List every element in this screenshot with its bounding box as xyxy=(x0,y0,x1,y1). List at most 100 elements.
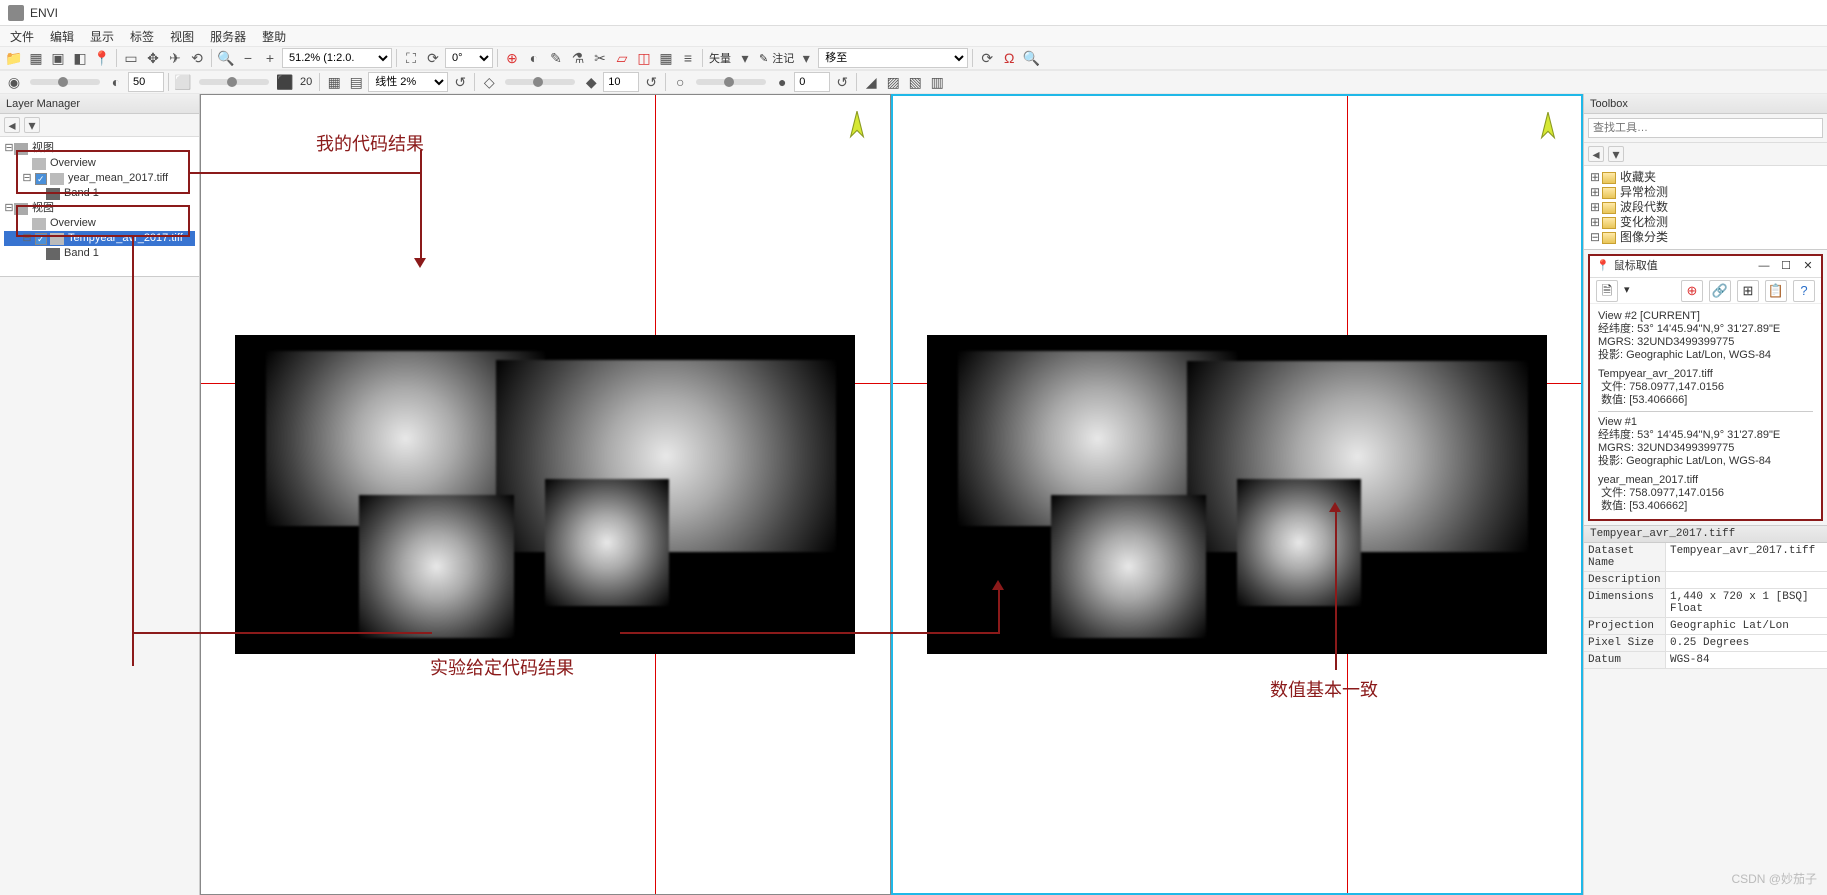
tbx-btn-a[interactable]: ◂ xyxy=(1588,146,1604,162)
stretch-b-icon[interactable]: ⬛ xyxy=(275,72,295,92)
tree-overview-1[interactable]: Overview xyxy=(50,156,96,171)
trans-input[interactable] xyxy=(794,72,830,92)
zoom-tool-icon[interactable]: 🔍 xyxy=(216,48,236,68)
sharpen-slider[interactable] xyxy=(505,79,575,85)
cursor-value-icon[interactable]: 📍 xyxy=(92,48,112,68)
toolbox-search-input[interactable] xyxy=(1588,118,1823,138)
fit-icon[interactable]: ⛶ xyxy=(401,48,421,68)
flicker-icon[interactable]: ▧ xyxy=(905,72,925,92)
cursor-copy-icon[interactable]: 📋 xyxy=(1765,280,1787,302)
tbx-fav[interactable]: 收藏夹 xyxy=(1620,170,1656,185)
cursor-new-icon[interactable]: 🗎 xyxy=(1596,280,1618,302)
tool-b-icon[interactable]: ⚗ xyxy=(568,48,588,68)
stretch-select[interactable]: 线性 2% xyxy=(368,72,448,92)
trans-b-icon[interactable]: ● xyxy=(772,72,792,92)
layer-btn-b[interactable]: ▾ xyxy=(24,117,40,133)
layer-tree[interactable]: ⊟视图 Overview ⊟year_mean_2017.tiff Band 1… xyxy=(0,137,199,277)
cursor-target-icon[interactable]: ⊕ xyxy=(1681,280,1703,302)
swipe-icon[interactable]: ▥ xyxy=(927,72,947,92)
menu-server[interactable]: 服务器 xyxy=(204,26,252,47)
tree-view-1[interactable]: 视图 xyxy=(32,141,54,156)
layer-icon[interactable]: ≡ xyxy=(678,48,698,68)
tbx-change[interactable]: 变化检测 xyxy=(1620,215,1668,230)
sharpen-input[interactable] xyxy=(603,72,639,92)
rotate-icon[interactable]: ⟲ xyxy=(187,48,207,68)
menu-display[interactable]: 显示 xyxy=(84,26,120,47)
menu-view[interactable]: 视图 xyxy=(164,26,200,47)
menu-file[interactable]: 文件 xyxy=(4,26,40,47)
brightness-slider[interactable] xyxy=(30,79,100,85)
cursor-grid-icon[interactable]: ⊞ xyxy=(1737,280,1759,302)
open-icon[interactable]: 📁 xyxy=(4,48,24,68)
vector-dd-icon[interactable]: ▾ xyxy=(735,48,755,68)
menu-label[interactable]: 标签 xyxy=(124,26,160,47)
brightness-icon[interactable]: ◉ xyxy=(4,72,24,92)
pan-icon[interactable]: ✥ xyxy=(143,48,163,68)
search-icon[interactable]: 🔍 xyxy=(1021,48,1041,68)
stop-icon[interactable]: Ω xyxy=(999,48,1019,68)
zoom-level-select[interactable]: 51.2% (1:2.0. xyxy=(282,48,392,68)
contrast-icon[interactable]: ◐ xyxy=(524,48,544,68)
meta-val xyxy=(1666,572,1827,588)
tree-file-2[interactable]: Tempyear_avr_2017.tiff xyxy=(68,231,183,246)
view-2[interactable] xyxy=(891,94,1584,895)
menu-edit[interactable]: 编辑 xyxy=(44,26,80,47)
sharpen-b-icon[interactable]: ◆ xyxy=(581,72,601,92)
tree-band-1[interactable]: Band 1 xyxy=(64,186,99,201)
crosshair-icon[interactable]: ⊕ xyxy=(502,48,522,68)
meta-val: WGS-84 xyxy=(1666,652,1827,668)
tbx-classify[interactable]: 图像分类 xyxy=(1620,230,1668,245)
brightness-input[interactable] xyxy=(128,72,164,92)
stretch-slider[interactable] xyxy=(199,79,269,85)
tool-c-icon[interactable]: ✂ xyxy=(590,48,610,68)
tbx-btn-b[interactable]: ▾ xyxy=(1608,146,1624,162)
minimize-icon[interactable]: — xyxy=(1757,260,1771,274)
tbx-anomaly[interactable]: 异常检测 xyxy=(1620,185,1668,200)
refresh-icon[interactable]: ⟳ xyxy=(977,48,997,68)
close-icon[interactable]: ✕ xyxy=(1801,260,1815,274)
reset-icon[interactable]: ↺ xyxy=(450,72,470,92)
eq-icon[interactable]: ▤ xyxy=(346,72,366,92)
roi2-icon[interactable]: ◫ xyxy=(634,48,654,68)
portal-icon[interactable]: ◢ xyxy=(861,72,881,92)
maximize-icon[interactable]: ☐ xyxy=(1779,260,1793,274)
trans-reset-icon[interactable]: ↺ xyxy=(832,72,852,92)
goto-select[interactable]: 移至 xyxy=(818,48,968,68)
roi-icon[interactable]: ▱ xyxy=(612,48,632,68)
rotate-select[interactable]: 0° xyxy=(445,48,493,68)
blend-icon[interactable]: ▨ xyxy=(883,72,903,92)
chip-icon[interactable]: ◧ xyxy=(70,48,90,68)
meta-val: Geographic Lat/Lon xyxy=(1666,618,1827,634)
sharpen-reset-icon[interactable]: ↺ xyxy=(641,72,661,92)
layer-btn-a[interactable]: ◂ xyxy=(4,117,20,133)
fly-icon[interactable]: ✈ xyxy=(165,48,185,68)
trans-slider[interactable] xyxy=(696,79,766,85)
select-icon[interactable]: ▭ xyxy=(121,48,141,68)
cursor-help-icon[interactable]: ? xyxy=(1793,280,1815,302)
tree-overview-2[interactable]: Overview xyxy=(50,216,96,231)
tree-file-1[interactable]: year_mean_2017.tiff xyxy=(68,171,168,186)
menu-help[interactable]: 整助 xyxy=(256,26,292,47)
sharpen-a-icon[interactable]: ◇ xyxy=(479,72,499,92)
annotate-dd-icon[interactable]: ▾ xyxy=(796,48,816,68)
display-icon[interactable]: ▣ xyxy=(48,48,68,68)
menubar: 文件 编辑 显示 标签 视图 服务器 整助 xyxy=(0,26,1827,46)
view-1[interactable] xyxy=(200,94,891,895)
tree-band-2[interactable]: Band 1 xyxy=(64,246,99,261)
zoom-out-icon[interactable]: − xyxy=(238,48,258,68)
rotate-tool-icon[interactable]: ⟳ xyxy=(423,48,443,68)
trans-a-icon[interactable]: ○ xyxy=(670,72,690,92)
toolbox-tree[interactable]: ⊞收藏夹 ⊞异常检测 ⊞波段代数 ⊞变化检测 ⊟图像分类 xyxy=(1584,166,1827,250)
grid-icon[interactable]: ▦ xyxy=(656,48,676,68)
tbx-bandmath[interactable]: 波段代数 xyxy=(1620,200,1668,215)
contrast2-icon[interactable]: ◐ xyxy=(106,72,126,92)
zoom-in-icon[interactable]: + xyxy=(260,48,280,68)
tree-view-2[interactable]: 视图 xyxy=(32,201,54,216)
cursor-link-icon[interactable]: 🔗 xyxy=(1709,280,1731,302)
views-container xyxy=(200,94,1583,895)
data-manager-icon[interactable]: ▦ xyxy=(26,48,46,68)
tool-a-icon[interactable]: ✎ xyxy=(546,48,566,68)
hist-icon[interactable]: ▦ xyxy=(324,72,344,92)
annotate-label: 注记 xyxy=(772,50,794,66)
stretch-a-icon[interactable]: ⬜ xyxy=(173,72,193,92)
